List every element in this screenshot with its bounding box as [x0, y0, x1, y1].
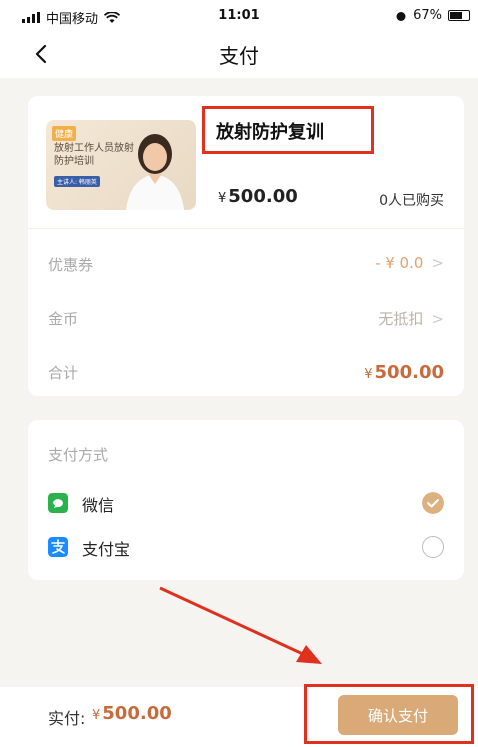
payment-card: 支付方式 微信 支付宝	[28, 420, 464, 580]
status-bar: 中国移动 11:01 67%	[0, 0, 478, 30]
thumbnail-tag: 健康	[52, 126, 77, 141]
radio-checked-icon[interactable]	[422, 492, 444, 514]
wechat-label: 微信	[82, 496, 115, 515]
alipay-label: 支付宝	[82, 540, 131, 559]
coupon-amount: - ¥ 0.0	[375, 254, 424, 272]
radio-unchecked-icon[interactable]	[422, 536, 444, 558]
presenter-image	[126, 134, 184, 210]
total-currency: ¥	[364, 367, 373, 382]
product-card: 健康 放射工作人员放射防护培训 主讲人: 韩丽英 放射防护复训 ¥500.00 …	[28, 96, 464, 396]
chevron-right-icon: >	[431, 254, 444, 272]
total-row: 合计 ¥500.00	[48, 362, 444, 386]
buyer-count: 0人已购买	[379, 193, 444, 209]
payment-option-alipay[interactable]: 支付宝	[48, 536, 444, 560]
alipay-icon	[48, 537, 68, 557]
alarm-icon	[396, 11, 406, 21]
coins-row[interactable]: 金币 无抵扣 >	[48, 308, 444, 332]
payment-option-wechat[interactable]: 微信	[48, 492, 444, 516]
price-value: 500.00	[228, 186, 298, 207]
wechat-icon	[48, 493, 68, 513]
total-value: ¥500.00	[364, 362, 444, 383]
total-label: 合计	[48, 364, 79, 382]
coupon-label: 优惠券	[48, 256, 94, 274]
bottom-bar: 实付: ¥500.00 确认支付	[0, 687, 478, 747]
status-right: 67%	[395, 8, 470, 23]
course-thumbnail[interactable]: 健康 放射工作人员放射防护培训 主讲人: 韩丽英	[46, 120, 196, 210]
price-currency: ¥	[218, 191, 227, 206]
actual-pay-label: 实付:	[48, 709, 86, 728]
product-title: 放射防护复训	[216, 122, 324, 143]
chevron-right-icon: >	[431, 310, 444, 328]
actual-value: 500.00	[102, 703, 172, 724]
actual-currency: ¥	[92, 708, 101, 723]
page-title: 支付	[219, 44, 259, 68]
coins-value: 无抵扣 >	[378, 308, 444, 329]
nav-bar: 支付	[0, 30, 478, 78]
actual-pay-amount: ¥500.00	[92, 703, 172, 724]
coupon-row[interactable]: 优惠券 - ¥ 0.0 >	[48, 254, 444, 278]
total-amount: 500.00	[374, 362, 444, 383]
confirm-pay-button[interactable]: 确认支付	[338, 695, 458, 735]
coins-label: 金币	[48, 310, 79, 328]
thumbnail-host: 主讲人: 韩丽英	[54, 176, 100, 187]
payment-heading: 支付方式	[48, 446, 109, 464]
coins-amount: 无抵扣	[378, 310, 424, 328]
coupon-value: - ¥ 0.0 >	[375, 254, 444, 272]
battery-icon	[448, 10, 470, 21]
divider	[28, 228, 464, 229]
product-price: ¥500.00	[218, 186, 298, 207]
battery-percent: 67%	[413, 8, 442, 23]
